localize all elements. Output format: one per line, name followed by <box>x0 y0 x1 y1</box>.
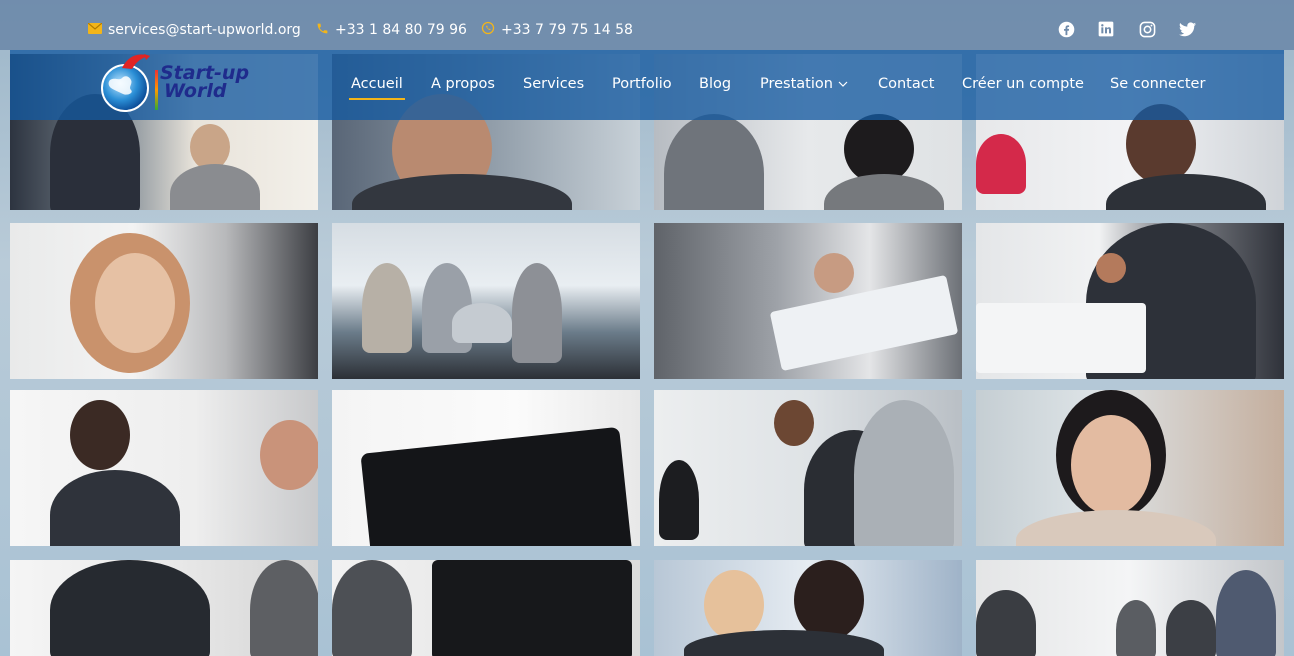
top-contact-bar: services@start-upworld.org +33 1 84 80 7… <box>0 0 1294 50</box>
chevron-down-icon <box>838 79 848 90</box>
hero-photo-tile <box>332 223 640 379</box>
logo-text: Start-up World <box>160 64 249 102</box>
nav-item-prestation-label: Prestation <box>760 76 833 92</box>
whatsapp-text[interactable]: +33 7 79 75 14 58 <box>501 22 633 38</box>
main-navbar: Start-up World Accueil A propos Services… <box>10 50 1284 120</box>
hero-photo-tile <box>10 223 318 379</box>
globe-logo-icon <box>101 54 150 112</box>
hero-photo-tile <box>332 560 640 656</box>
logo-divider <box>155 70 158 110</box>
email-text[interactable]: services@start-upworld.org <box>108 22 301 38</box>
nav-item-se-connecter[interactable]: Se connecter <box>1110 76 1205 92</box>
hero-photo-tile <box>654 390 962 546</box>
instagram-icon[interactable] <box>1138 20 1156 38</box>
hero-photo-tile <box>332 390 640 546</box>
hero-photo-tile <box>10 560 318 656</box>
twitter-icon[interactable] <box>1178 20 1196 38</box>
nav-item-prestation[interactable]: Prestation <box>760 76 848 92</box>
hero-photo-tile <box>976 223 1284 379</box>
nav-item-accueil[interactable]: Accueil <box>349 76 405 100</box>
nav-item-creer-compte[interactable]: Créer un compte <box>962 76 1084 92</box>
hero-photo-tile <box>654 223 962 379</box>
hero-photo-tile <box>976 560 1284 656</box>
nav-item-portfolio[interactable]: Portfolio <box>612 76 672 92</box>
facebook-icon[interactable] <box>1057 20 1075 38</box>
logo-line-2: World <box>164 80 227 102</box>
nav-item-a-propos[interactable]: A propos <box>431 76 495 92</box>
nav-item-contact[interactable]: Contact <box>878 76 934 92</box>
nav-item-blog[interactable]: Blog <box>699 76 731 92</box>
nav-item-services[interactable]: Services <box>523 76 584 92</box>
hero-photo-tile <box>654 560 962 656</box>
whatsapp-icon <box>481 21 495 39</box>
hero-photo-tile <box>10 390 318 546</box>
linkedin-icon[interactable] <box>1097 20 1115 38</box>
hero-photo-tile <box>976 390 1284 546</box>
site-logo[interactable]: Start-up World <box>100 50 260 116</box>
envelope-icon <box>87 22 103 38</box>
phone-text[interactable]: +33 1 84 80 79 96 <box>335 22 467 38</box>
phone-icon <box>315 22 329 39</box>
